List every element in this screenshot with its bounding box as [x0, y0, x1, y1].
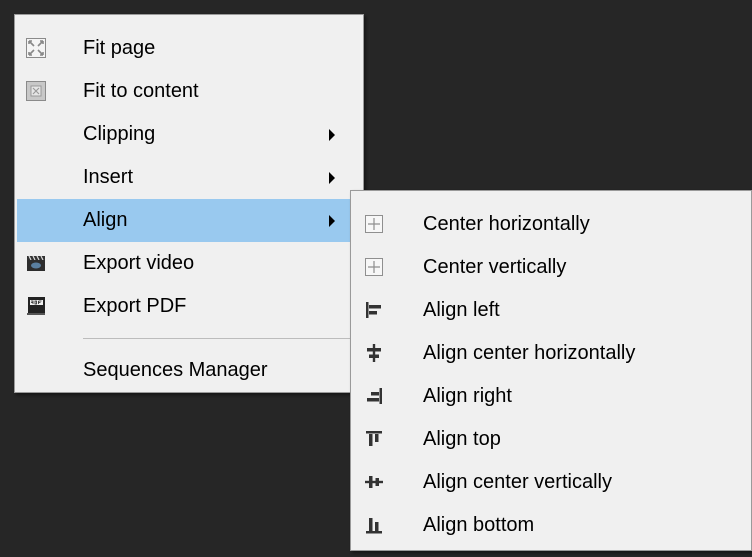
submenu-item-align-left[interactable]: Align left — [351, 289, 751, 332]
submenu-item-center-horizontally[interactable]: Center horizontally — [351, 203, 751, 246]
menu-item-align[interactable]: Align — [17, 199, 361, 242]
menu-item-label: Insert — [83, 166, 134, 188]
submenu-item-align-center-horizontally[interactable]: Align center horizontally — [351, 332, 751, 375]
menu-separator — [83, 338, 353, 339]
video-clapper-icon — [25, 252, 47, 274]
submenu-item-align-top[interactable]: Align top — [351, 418, 751, 461]
submenu-item-label: Align center vertically — [423, 471, 612, 493]
fit-page-icon — [25, 37, 47, 59]
menu-item-label: Align — [83, 209, 128, 231]
submenu-item-center-vertically[interactable]: Center vertically — [351, 246, 751, 289]
submenu-item-align-right[interactable]: Align right — [351, 375, 751, 418]
submenu-arrow-icon — [329, 215, 335, 227]
menu-item-label: Fit page — [83, 37, 156, 59]
align-center-horizontal-icon — [363, 342, 385, 364]
submenu-item-align-center-vertically[interactable]: Align center vertically — [351, 461, 751, 504]
align-left-icon — [363, 299, 385, 321]
menu-item-label: Clipping — [83, 123, 156, 145]
menu-item-sequences-manager[interactable]: Sequences Manager — [15, 349, 363, 392]
submenu-item-label: Align right — [423, 385, 512, 407]
pdf-icon — [25, 295, 47, 317]
submenu-arrow-icon — [329, 129, 335, 141]
submenu-item-label: Align bottom — [423, 514, 535, 536]
menu-item-label: Export PDF — [83, 295, 187, 317]
menu-item-label: Sequences Manager — [83, 359, 268, 381]
menu-item-fit-page[interactable]: Fit page — [15, 27, 363, 70]
menu-item-export-video[interactable]: Export video — [15, 242, 363, 285]
submenu-item-label: Align top — [423, 428, 501, 450]
context-menu: Fit page Fit to content Clipping Insert … — [14, 14, 364, 393]
center-vertically-icon — [363, 256, 385, 278]
align-right-icon — [363, 385, 385, 407]
submenu-item-label: Align center horizontally — [423, 342, 636, 364]
menu-item-export-pdf[interactable]: Export PDF — [15, 285, 363, 328]
align-top-icon — [363, 428, 385, 450]
menu-item-label: Fit to content — [83, 80, 199, 102]
submenu-item-label: Align left — [423, 299, 500, 321]
align-center-vertical-icon — [363, 471, 385, 493]
center-horizontally-icon — [363, 213, 385, 235]
submenu-item-label: Center vertically — [423, 256, 567, 278]
menu-item-label: Export video — [83, 252, 195, 274]
menu-item-fit-to-content[interactable]: Fit to content — [15, 70, 363, 113]
submenu-arrow-icon — [329, 172, 335, 184]
submenu-item-align-bottom[interactable]: Align bottom — [351, 504, 751, 547]
align-submenu: Center horizontally Center vertically Al… — [350, 190, 752, 551]
align-bottom-icon — [363, 514, 385, 536]
submenu-item-label: Center horizontally — [423, 213, 590, 235]
fit-content-icon — [25, 80, 47, 102]
menu-item-insert[interactable]: Insert — [15, 156, 363, 199]
menu-item-clipping[interactable]: Clipping — [15, 113, 363, 156]
